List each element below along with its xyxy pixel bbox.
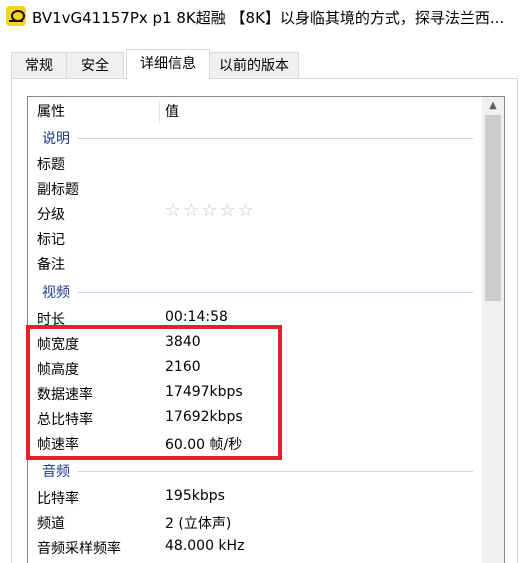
- rating-stars[interactable]: ☆☆☆☆☆: [165, 200, 256, 221]
- group-divider-video: [78, 292, 473, 293]
- group-divider-description: [78, 138, 473, 139]
- row-label-channels[interactable]: 频道: [37, 513, 65, 533]
- tab-details[interactable]: 详细信息: [126, 49, 210, 79]
- header-value[interactable]: 值: [165, 97, 179, 127]
- row-value-bitrate: 195kbps: [165, 488, 225, 504]
- row-label-subtitle[interactable]: 副标题: [37, 179, 79, 199]
- row-label-tags[interactable]: 标记: [37, 229, 65, 249]
- tab-general[interactable]: 常规: [11, 52, 67, 78]
- window-title: BV1vG41157Px p1 8K超融 【8K】以身临其境的方式，探寻法兰西.…: [32, 9, 505, 27]
- tab-previous-versions[interactable]: 以前的版本: [209, 52, 299, 78]
- player-app-icon: [6, 6, 26, 26]
- row-label-rating[interactable]: 分级: [37, 204, 65, 224]
- group-title-audio[interactable]: 音频: [42, 461, 70, 481]
- row-label-sample-rate[interactable]: 音频采样频率: [37, 538, 121, 558]
- tab-bar: 常规 安全 详细信息 以前的版本: [0, 49, 527, 79]
- window-titlebar: BV1vG41157Px p1 8K超融 【8K】以身临其境的方式，探寻法兰西.…: [0, 0, 527, 34]
- group-title-video[interactable]: 视频: [42, 282, 70, 302]
- row-value-channels: 2 (立体声): [165, 516, 232, 532]
- row-label-bitrate[interactable]: 比特率: [37, 488, 79, 508]
- list-header: 属性 值: [28, 97, 504, 127]
- scroll-up-icon[interactable]: ▲: [482, 97, 504, 115]
- group-title-description[interactable]: 说明: [42, 128, 70, 148]
- row-label-title[interactable]: 标题: [37, 154, 65, 174]
- group-divider-audio: [78, 471, 473, 472]
- tab-security[interactable]: 安全: [66, 52, 124, 78]
- row-value-sample-rate: 48.000 kHz: [165, 538, 245, 554]
- scrollbar-thumb[interactable]: [485, 115, 501, 301]
- red-highlight-box: [26, 325, 282, 460]
- row-value-duration: 00:14:58: [165, 309, 228, 325]
- header-property[interactable]: 属性: [37, 97, 65, 127]
- vertical-scrollbar[interactable]: ▲: [482, 97, 504, 563]
- row-label-comments[interactable]: 备注: [37, 254, 65, 274]
- header-divider[interactable]: [159, 101, 160, 123]
